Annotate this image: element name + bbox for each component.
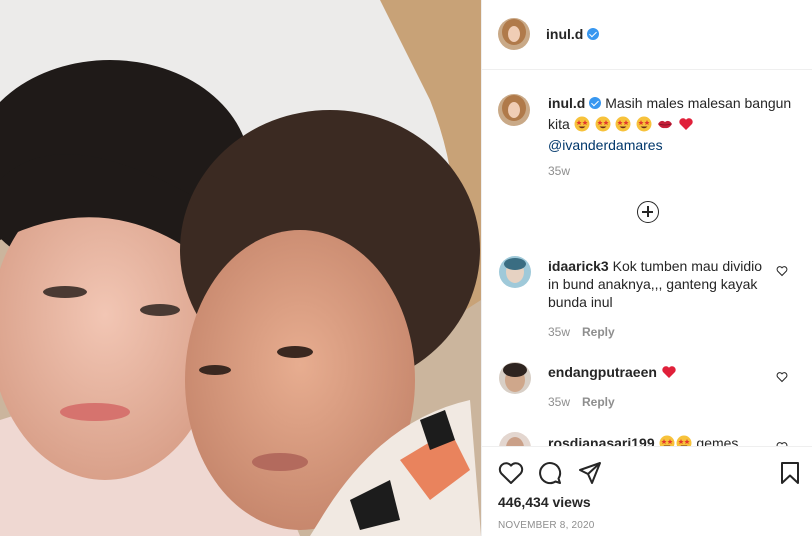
comment-avatar-image [499,432,531,446]
kiss-lips-emoji [658,120,673,129]
comment-like-heart-icon[interactable] [776,265,788,277]
red-heart-emoji [679,118,693,130]
comment-body: rosdianasari199 gemes [548,434,768,446]
author-avatar-image [498,18,530,50]
red-heart-emoji [662,366,676,378]
comment-body: endangputraeen [548,363,768,381]
post-caption: inul.d Masih males malesan bangun kita @… [548,93,798,156]
caption-emojis [574,116,695,132]
caption-author-avatar[interactable] [498,94,530,126]
comment-avatar[interactable] [499,256,531,288]
star-struck-face-emoji [615,116,631,132]
caption-username-text[interactable]: inul.d [548,95,585,111]
comment-username[interactable]: rosdianasari199 [548,435,655,446]
comment-text: gemes [696,435,739,446]
comment-username[interactable]: endangputraeen [548,364,657,380]
comment-meta: 35w Reply [548,395,627,409]
author-username-header[interactable]: inul.d [546,26,600,42]
caption-username[interactable]: inul.d [548,95,602,111]
comments-list[interactable]: idaarick3 Kok tumben mau dividio in bund… [482,250,812,446]
reply-button[interactable]: Reply [582,325,615,339]
comment-avatar[interactable] [499,362,531,394]
comment-avatar-image [499,362,531,394]
star-struck-face-emoji [659,435,675,446]
verified-badge-icon [587,28,600,40]
comment-meta: 35w Reply [548,325,627,339]
comment-avatar[interactable] [499,432,531,446]
views-count[interactable]: 446,434 views [498,494,591,510]
instagram-post-view: inul.d inul.d Masih males malesan bangun… [0,0,812,536]
load-more-plus-icon[interactable] [637,201,659,223]
comment-body: idaarick3 Kok tumben mau dividio in bund… [548,257,768,311]
star-struck-face-emoji [574,116,590,132]
share-paper-plane-icon[interactable] [578,461,602,485]
author-avatar[interactable] [498,18,530,50]
star-struck-face-emoji [676,435,692,446]
comment-like-heart-icon[interactable] [776,371,788,383]
post-photo[interactable] [0,0,481,536]
comment-timestamp[interactable]: 35w [548,395,570,409]
post-side-panel: inul.d inul.d Masih males malesan bangun… [481,0,812,536]
caption-mention-link[interactable]: @ivanderdamares [548,135,798,156]
like-heart-icon[interactable] [498,461,524,485]
caption-timestamp[interactable]: 35w [548,164,570,178]
star-struck-face-emoji [595,116,611,132]
comment-avatar-image [499,256,531,288]
comment-username[interactable]: idaarick3 [548,258,609,274]
comment-timestamp[interactable]: 35w [548,325,570,339]
reply-button[interactable]: Reply [582,395,615,409]
save-bookmark-icon[interactable] [780,461,800,485]
star-struck-face-emoji [636,116,652,132]
verified-badge-icon [589,97,602,109]
post-header: inul.d [482,0,812,70]
comment-bubble-icon[interactable] [538,461,562,485]
caption-author-avatar-image [498,94,530,126]
post-photo-illustration [0,0,481,536]
author-username-text[interactable]: inul.d [546,26,583,42]
post-date[interactable]: NOVEMBER 8, 2020 [498,520,595,531]
